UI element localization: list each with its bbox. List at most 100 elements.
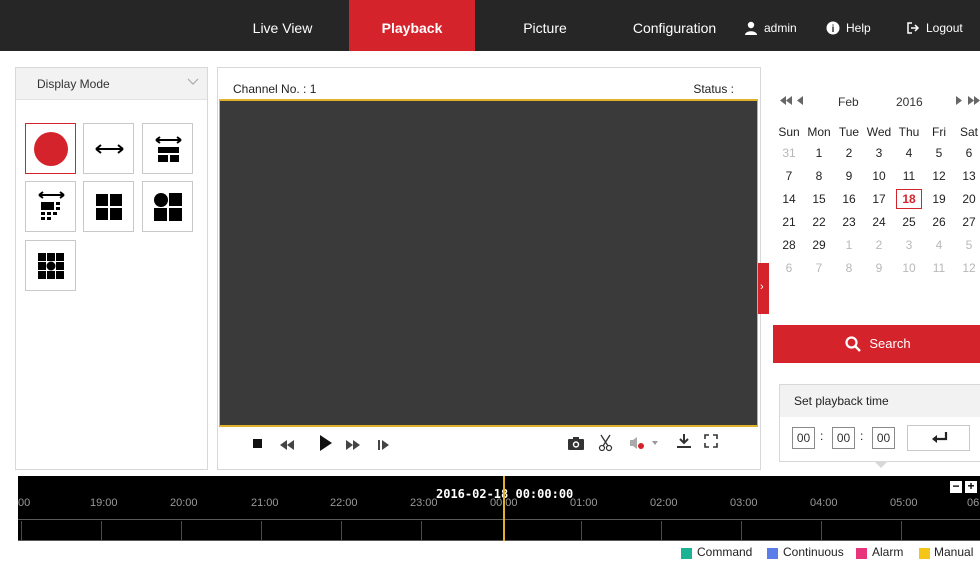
calendar-day[interactable]: 10 [864,164,894,187]
double-left-icon[interactable] [780,96,792,105]
calendar-day-selected[interactable]: 18 [894,187,924,210]
timeline-hour-label: 20:00 [170,497,198,509]
panel-toggle-button[interactable]: › [758,263,769,314]
tab-live-view[interactable]: Live View [236,0,329,51]
display-mode-title: Display Mode [37,77,110,91]
calendar-day[interactable]: 25 [894,210,924,233]
layout-one-plus-three-button[interactable] [142,181,193,232]
clip-icon[interactable] [598,434,614,452]
channel-label: Channel No. : 1 [233,82,317,96]
timeline-cursor[interactable] [503,476,505,541]
calendar-day[interactable]: 15 [804,187,834,210]
calendar-day[interactable]: 22 [804,210,834,233]
calendar-day[interactable]: 21 [774,210,804,233]
calendar-day[interactable]: 12 [924,164,954,187]
horizontal-arrows-icon [95,144,124,154]
seconds-field[interactable]: 00 [872,427,895,449]
layout-panorama-three-button[interactable] [142,123,193,174]
stop-icon[interactable] [252,438,264,450]
calendar-day[interactable]: 24 [864,210,894,233]
calendar-day[interactable]: 31 [774,141,804,164]
calendar-day[interactable]: 2 [834,141,864,164]
tab-configuration[interactable]: Configuration [622,0,727,51]
timeline-tick [581,521,582,540]
playback-timeline[interactable]: :00 19:00 20:00 21:00 22:00 23:00 00:00 … [18,476,980,541]
calendar-day[interactable]: 4 [894,141,924,164]
minus-icon: − [952,479,960,493]
user-menu[interactable]: admin [744,0,797,51]
calendar-day[interactable]: 4 [924,233,954,256]
calendar-day[interactable]: 27 [954,210,980,233]
slow-icon[interactable] [280,440,294,450]
zoom-in-button[interactable]: + [965,479,977,493]
search-button[interactable]: Search [773,325,980,363]
calendar-day[interactable]: 19 [924,187,954,210]
right-icon[interactable] [956,96,962,105]
calendar-day[interactable]: 8 [834,256,864,279]
display-mode-header[interactable]: Display Mode [16,68,207,100]
layout-panorama-eight-button[interactable] [25,181,76,232]
calendar-day[interactable]: 14 [774,187,804,210]
double-right-icon[interactable] [968,96,980,105]
help-link[interactable]: i Help [826,0,871,51]
calendar-day[interactable]: 28 [774,233,804,256]
layout-quad-button[interactable] [83,181,134,232]
calendar-day[interactable]: 8 [804,164,834,187]
timeline-hour-label: 22:00 [330,497,358,509]
hours-field[interactable]: 00 [792,427,815,449]
audio-icon[interactable] [630,436,658,450]
video-viewport[interactable] [219,99,758,427]
calendar-day[interactable]: 17 [864,187,894,210]
download-icon[interactable] [676,433,692,449]
timeline-hour-label: 01:00 [570,497,598,509]
goto-time-button[interactable] [907,425,970,451]
calendar-day[interactable]: 11 [924,256,954,279]
calendar-day[interactable]: 16 [834,187,864,210]
logout-link[interactable]: Logout [906,0,963,51]
weekday-label: Sun [778,124,800,139]
weekday-label: Thu [898,124,920,139]
zoom-out-button[interactable]: − [950,479,962,493]
layout-one-plus-eight-button[interactable] [25,240,76,291]
calendar-day[interactable]: 1 [804,141,834,164]
calendar-day[interactable]: 5 [954,233,980,256]
calendar-day[interactable]: 10 [894,256,924,279]
calendar-day[interactable]: 6 [954,141,980,164]
calendar-year[interactable]: 2016 [896,95,923,109]
calendar-day[interactable]: 23 [834,210,864,233]
calendar-day[interactable]: 13 [954,164,980,187]
timeline-tick [901,521,902,540]
calendar-day[interactable]: 29 [804,233,834,256]
calendar-day[interactable]: 9 [864,256,894,279]
tab-playback[interactable]: Playback [349,0,475,51]
layout-panorama-button[interactable] [83,123,134,174]
tab-picture[interactable]: Picture [500,0,590,51]
calendar-month[interactable]: Feb [838,95,859,109]
calendar-day[interactable]: 6 [774,256,804,279]
calendar-day[interactable]: 7 [774,164,804,187]
single-frame-icon[interactable] [378,439,390,451]
fast-icon[interactable] [346,440,360,450]
calendar-day[interactable]: 1 [834,233,864,256]
logout-icon [907,22,920,34]
layout-single-button[interactable] [25,123,76,174]
left-icon[interactable] [797,96,803,105]
calendar-day[interactable]: 5 [924,141,954,164]
calendar-day[interactable]: 3 [894,233,924,256]
minutes-field[interactable]: 00 [832,427,855,449]
timeline-divider [18,519,980,520]
calendar-day[interactable]: 3 [864,141,894,164]
calendar-day[interactable]: 11 [894,164,924,187]
calendar-day[interactable]: 2 [864,233,894,256]
calendar-day[interactable]: 9 [834,164,864,187]
panel-pointer [874,461,888,468]
calendar-day[interactable]: 7 [804,256,834,279]
user-label: admin [764,21,797,35]
capture-icon[interactable] [568,436,584,450]
calendar-day[interactable]: 26 [924,210,954,233]
fullscreen-icon[interactable] [704,434,718,448]
play-icon[interactable] [320,435,332,451]
timeline-hour-label: 03:00 [730,497,758,509]
calendar-day[interactable]: 20 [954,187,980,210]
calendar-day[interactable]: 12 [954,256,980,279]
